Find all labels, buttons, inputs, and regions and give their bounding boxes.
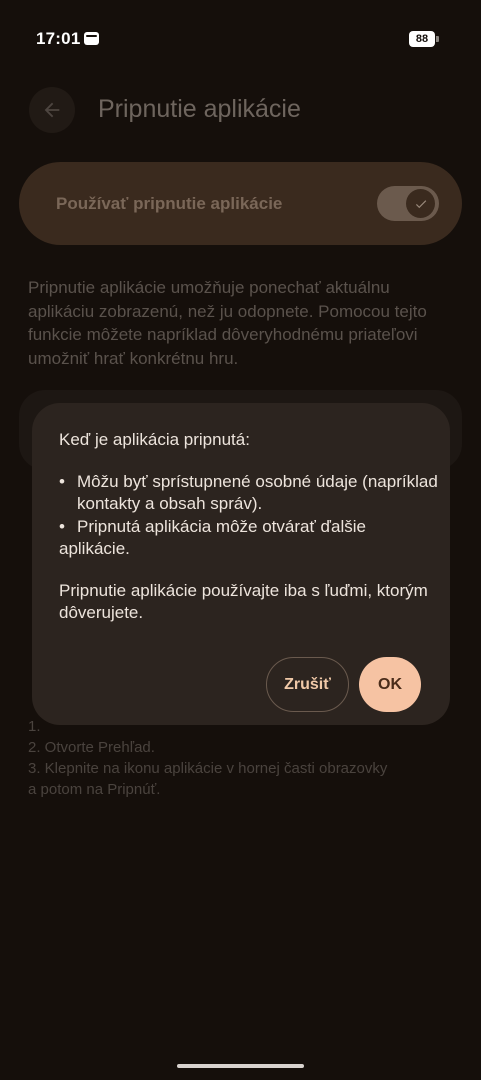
cancel-button[interactable]: Zrušiť [266, 657, 349, 712]
arrow-left-icon [44, 102, 60, 118]
page-title: Pripnutie aplikácie [98, 95, 301, 123]
bullet-text: Môžu byť sprístupnené osobné údaje (napr… [77, 472, 438, 513]
dialog-note: Pripnutie aplikácie používajte iba s ľuď… [59, 581, 428, 622]
step-line: 2. Otvorte Prehľad. [28, 739, 155, 756]
ok-button[interactable]: OK [359, 657, 421, 712]
switch-thumb [406, 189, 435, 218]
gesture-nav-handle[interactable] [177, 1064, 304, 1068]
dialog-bullet: • Môžu byť sprístupnené osobné údaje (na… [59, 471, 439, 515]
dialog-heading: Keď je aplikácia pripnutá: [59, 430, 250, 449]
app-pinning-switch[interactable] [377, 186, 439, 221]
bullet-marker: • [59, 472, 65, 491]
description-text: Pripnutie aplikácie umožňuje ponechať ak… [28, 278, 427, 368]
bullet-text: Pripnutá aplikácia môže otvárať ďalšie a… [59, 517, 366, 558]
pinning-warning-dialog: Keď je aplikácia pripnutá: • Môžu byť sp… [32, 403, 450, 725]
use-app-pinning-toggle-row[interactable]: Používať pripnutie aplikácie [19, 162, 462, 245]
check-icon [415, 199, 426, 208]
step-line: 3. Klepnite na ikonu aplikácie v hornej … [28, 760, 388, 777]
toggle-label: Používať pripnutie aplikácie [56, 194, 283, 213]
dialog-bullet: • Pripnutá aplikácia môže otvárať ďalšie… [59, 516, 439, 560]
back-button[interactable] [29, 87, 75, 133]
instructions-steps: 1. 2. Otvorte Prehľad. 3. Klepnite na ik… [28, 716, 453, 800]
bullet-marker: • [59, 517, 65, 536]
step-line: a potom na Pripnúť. [28, 781, 161, 798]
